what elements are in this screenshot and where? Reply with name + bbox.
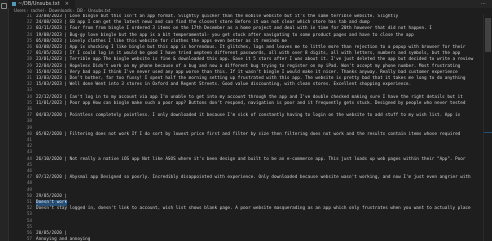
tab-label: ~/DB/Unsubs.txt <box>18 1 60 7</box>
editor-line[interactable]: 57 Annoying and annoying <box>8 237 484 241</box>
tab-bar: ~/DB/Unsubs.txt × ⋯ <box>8 0 492 8</box>
scrollbar-thumb[interactable] <box>485 18 491 52</box>
chevron-right-icon: › <box>26 8 29 13</box>
chevron-right-icon: › <box>83 8 86 13</box>
breadcrumb-item[interactable]: Downloads <box>49 8 72 13</box>
chevron-right-icon: › <box>72 8 75 13</box>
tab-unsubs[interactable]: ~/DB/Unsubs.txt × <box>8 0 75 8</box>
vertical-scrollbar[interactable] <box>483 14 492 241</box>
line-text: Annoying and annoying <box>36 237 91 241</box>
editor-text-area[interactable]: 21 23/08/2023 | Love bingle but this isn'… <box>8 14 484 241</box>
file-icon <box>12 2 16 6</box>
breadcrumb-item[interactable]: Unsubs.txt <box>88 8 111 13</box>
explorer-icon[interactable] <box>1 3 7 9</box>
more-actions-icon[interactable]: ⋯ <box>481 0 489 8</box>
breadcrumb-item[interactable]: DB <box>77 8 83 13</box>
selection-marker <box>484 132 492 133</box>
breadcrumb-item[interactable]: rachel <box>31 8 44 13</box>
line-number: 57 <box>26 237 32 241</box>
chevron-right-icon: › <box>44 8 47 13</box>
close-icon[interactable]: × <box>65 0 69 8</box>
breadcrumb-item[interactable]: Users <box>14 8 26 13</box>
